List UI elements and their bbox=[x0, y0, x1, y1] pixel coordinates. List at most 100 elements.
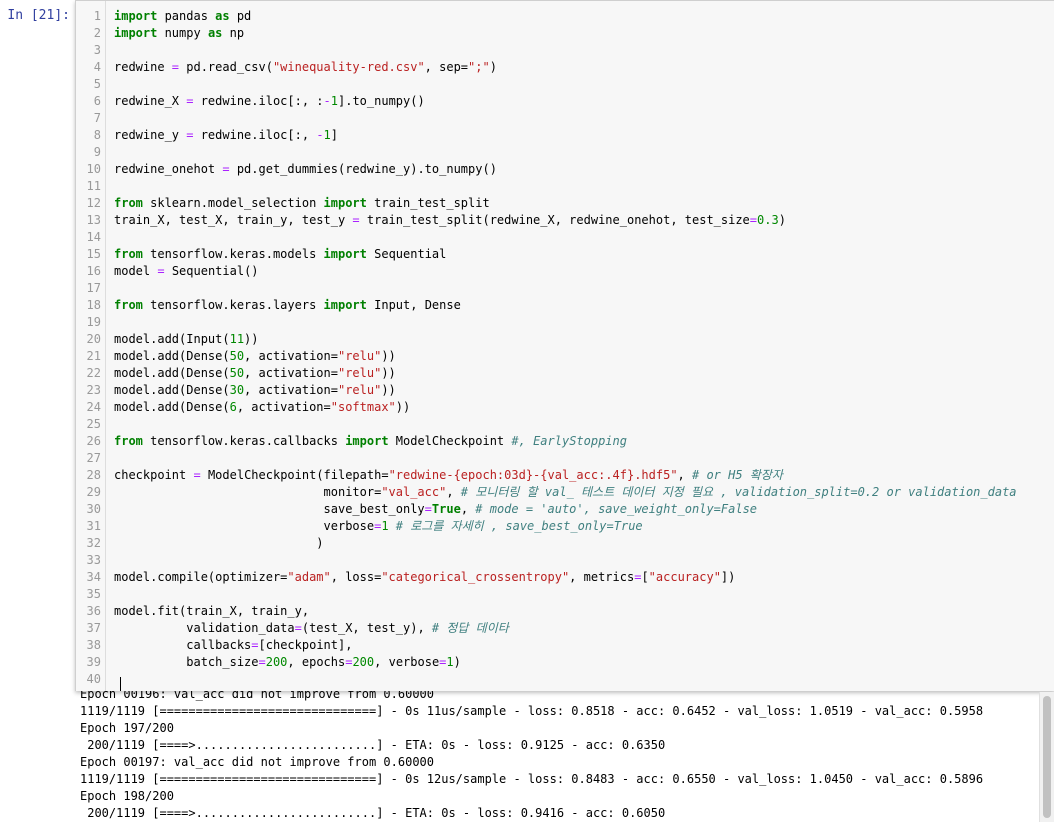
line-number: 13 bbox=[86, 213, 101, 227]
code-line[interactable]: 2 import numpy as np bbox=[76, 25, 1054, 42]
code-token: checkpoint bbox=[114, 468, 194, 482]
code-line[interactable]: 20 model.add(Input(11)) bbox=[76, 331, 1054, 348]
line-number: 30 bbox=[86, 502, 101, 516]
code-text: model.add(Dense(50, activation="relu")) bbox=[114, 348, 396, 365]
code-token: 50 bbox=[229, 349, 245, 363]
code-token: Input, Dense bbox=[366, 298, 461, 312]
code-token: , sep= bbox=[424, 60, 469, 74]
code-line[interactable]: 27 bbox=[76, 450, 1054, 467]
code-line[interactable]: 31 verbose=1 # 로그를 자세히 , save_best_only=… bbox=[76, 518, 1054, 535]
scrollbar-thumb[interactable] bbox=[1043, 696, 1051, 818]
code-token: # 로그를 자세히 , save_best_only=True bbox=[395, 519, 643, 533]
code-token: 30 bbox=[229, 383, 245, 397]
code-token: #, EarlyStopping bbox=[511, 434, 627, 448]
code-line[interactable]: 6 redwine_X = redwine.iloc[:, :-1].to_num… bbox=[76, 93, 1054, 110]
code-token: , activation= bbox=[244, 383, 338, 397]
code-line[interactable]: 33 bbox=[76, 552, 1054, 569]
code-token: import bbox=[323, 298, 367, 312]
code-line[interactable]: 10 redwine_onehot = pd.get_dummies(redwin… bbox=[76, 161, 1054, 178]
code-line[interactable]: 37 validation_data=(test_X, test_y), # 정… bbox=[76, 620, 1054, 637]
code-token: redwine_onehot bbox=[114, 162, 223, 176]
code-line[interactable]: 32 ) bbox=[76, 535, 1054, 552]
code-text: import pandas as pd bbox=[114, 8, 251, 25]
code-token: "adam" bbox=[287, 570, 331, 584]
line-number: 38 bbox=[86, 638, 101, 652]
code-line[interactable]: 8 redwine_y = redwine.iloc[:, -1] bbox=[76, 127, 1054, 144]
code-token: model bbox=[114, 264, 158, 278]
code-text: monitor="val_acc", # 모니터링 할 val_ 테스트 데이터… bbox=[114, 484, 1017, 501]
output-scrollbar[interactable] bbox=[1039, 692, 1054, 822]
code-line[interactable]: 4 redwine = pd.read_csv("winequality-red.… bbox=[76, 59, 1054, 76]
code-token: from bbox=[114, 434, 143, 448]
code-line[interactable]: 12 from sklearn.model_selection import tr… bbox=[76, 195, 1054, 212]
code-line[interactable]: 9 bbox=[76, 144, 1054, 161]
code-line[interactable]: 22 model.add(Dense(50, activation="relu")… bbox=[76, 365, 1054, 382]
code-token: batch_size bbox=[114, 655, 259, 669]
code-token: model.fit(train_X, train_y, bbox=[114, 604, 310, 618]
code-token: , epochs bbox=[287, 655, 346, 669]
code-line[interactable]: 24 model.add(Dense(6, activation="softmax… bbox=[76, 399, 1054, 416]
code-line[interactable]: 14 bbox=[76, 229, 1054, 246]
code-line[interactable]: 36 model.fit(train_X, train_y, bbox=[76, 603, 1054, 620]
line-number: 37 bbox=[86, 621, 101, 635]
code-token: = bbox=[193, 468, 201, 482]
cell-output: Epoch 00196: val_acc did not improve fro… bbox=[80, 686, 1040, 822]
code-text: train_X, test_X, train_y, test_y = train… bbox=[114, 212, 786, 229]
code-line[interactable]: 13 train_X, test_X, train_y, test_y = tra… bbox=[76, 212, 1054, 229]
code-text: model.compile(optimizer="adam", loss="ca… bbox=[114, 569, 735, 586]
code-text: from tensorflow.keras.callbacks import M… bbox=[114, 433, 627, 450]
code-line[interactable]: 1 import pandas as pd bbox=[76, 8, 1054, 25]
line-number: 18 bbox=[86, 298, 101, 312]
code-line[interactable]: 5 bbox=[76, 76, 1054, 93]
line-number: 15 bbox=[86, 247, 101, 261]
code-token: = bbox=[424, 502, 432, 516]
code-line[interactable]: 7 bbox=[76, 110, 1054, 127]
code-line[interactable]: 28 checkpoint = ModelCheckpoint(filepath=… bbox=[76, 467, 1054, 484]
code-line[interactable]: 18 from tensorflow.keras.layers import In… bbox=[76, 297, 1054, 314]
code-line[interactable]: 26 from tensorflow.keras.callbacks import… bbox=[76, 433, 1054, 450]
code-token: redwine bbox=[114, 60, 172, 74]
line-number: 22 bbox=[86, 366, 101, 380]
output-line: 1119/1119 [=============================… bbox=[80, 772, 984, 786]
line-number: 17 bbox=[86, 281, 101, 295]
code-line[interactable]: 30 save_best_only=True, # mode = 'auto',… bbox=[76, 501, 1054, 518]
code-token: tensorflow.keras.models bbox=[142, 247, 324, 261]
code-text: save_best_only=True, # mode = 'auto', sa… bbox=[114, 501, 758, 518]
code-line[interactable]: 34 model.compile(optimizer="adam", loss="… bbox=[76, 569, 1054, 586]
code-token: ].to_numpy() bbox=[338, 94, 425, 108]
code-token: model.compile(optimizer= bbox=[114, 570, 288, 584]
code-cell-editor[interactable]: 1 import pandas as pd 2 import numpy as np 3… bbox=[75, 0, 1054, 691]
code-line[interactable]: 40 bbox=[76, 671, 1054, 688]
code-line[interactable]: 15 from tensorflow.keras.models import Se… bbox=[76, 246, 1054, 263]
code-line[interactable]: 23 model.add(Dense(30, activation="relu")… bbox=[76, 382, 1054, 399]
code-line[interactable]: 39 batch_size=200, epochs=200, verbose=1… bbox=[76, 654, 1054, 671]
code-line[interactable]: 11 bbox=[76, 178, 1054, 195]
code-token: , bbox=[460, 502, 476, 516]
code-line[interactable]: 38 callbacks=[checkpoint], bbox=[76, 637, 1054, 654]
code-line[interactable]: 3 bbox=[76, 42, 1054, 59]
code-line[interactable]: 21 model.add(Dense(50, activation="relu")… bbox=[76, 348, 1054, 365]
code-token: tensorflow.keras.callbacks bbox=[142, 434, 346, 448]
code-line[interactable]: 35 bbox=[76, 586, 1054, 603]
line-number: 14 bbox=[86, 230, 101, 244]
line-number: 28 bbox=[86, 468, 101, 482]
code-line[interactable]: 19 bbox=[76, 314, 1054, 331]
code-token: , bbox=[446, 485, 461, 499]
line-number: 40 bbox=[86, 672, 101, 686]
code-text: ) bbox=[114, 535, 323, 552]
code-area[interactable]: 1 import pandas as pd 2 import numpy as np 3… bbox=[76, 8, 1054, 688]
line-number: 27 bbox=[86, 451, 101, 465]
line-number: 4 bbox=[93, 60, 101, 74]
code-token: = bbox=[352, 213, 360, 227]
code-line[interactable]: 25 bbox=[76, 416, 1054, 433]
code-line[interactable]: 16 model = Sequential() bbox=[76, 263, 1054, 280]
code-token: from bbox=[114, 298, 143, 312]
line-number: 26 bbox=[86, 434, 101, 448]
line-number: 34 bbox=[86, 570, 101, 584]
code-line[interactable]: 17 bbox=[76, 280, 1054, 297]
line-number: 39 bbox=[86, 655, 101, 669]
code-token: train_test_split(redwine_X, redwine_oneh… bbox=[359, 213, 750, 227]
code-line[interactable]: 29 monitor="val_acc", # 모니터링 할 val_ 테스트 … bbox=[76, 484, 1054, 501]
code-token: 200 bbox=[352, 655, 375, 669]
line-number: 21 bbox=[86, 349, 101, 363]
